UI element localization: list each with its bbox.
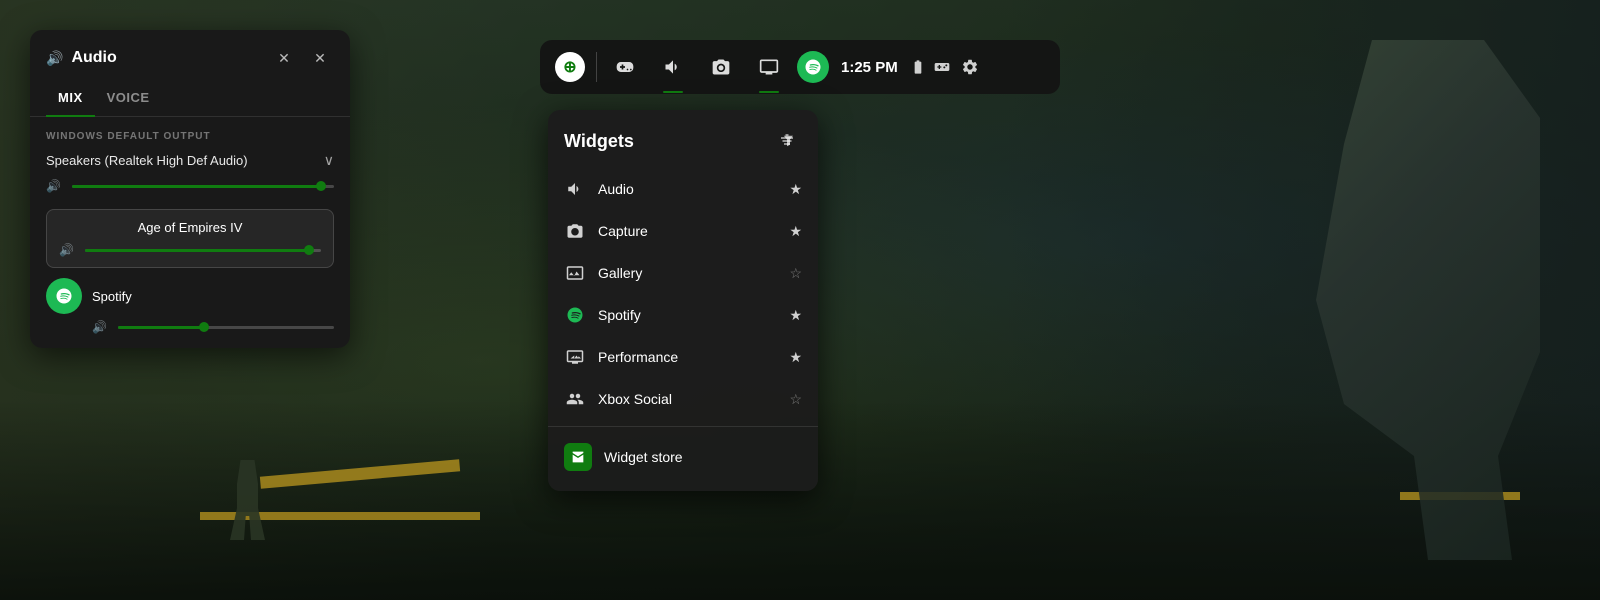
- widgets-filter-button[interactable]: [772, 126, 802, 156]
- widget-performance-star[interactable]: ★: [789, 349, 802, 366]
- audio-panel-header: 🔊 Audio ✕ ✕: [30, 30, 350, 82]
- audio-app-item-aoe: Age of Empires IV 🔊: [46, 209, 334, 268]
- audio-tab-voice[interactable]: VOICE: [95, 82, 162, 117]
- audio-device-name: Speakers (Realtek High Def Audio): [46, 153, 248, 168]
- widget-store-label: Widget store: [604, 449, 683, 465]
- nav-gamepad-button[interactable]: [605, 47, 645, 87]
- audio-header-icon: 🔊: [46, 50, 63, 67]
- widget-spotify-icon: [564, 304, 586, 326]
- gallery-icon: [566, 264, 584, 282]
- widget-store-item[interactable]: Widget store: [548, 433, 818, 481]
- audio-spotify-item: Spotify: [46, 278, 334, 314]
- widget-audio-icon: [564, 178, 586, 200]
- nav-status-icons: [910, 55, 982, 79]
- audio-tab-mix[interactable]: MIX: [46, 82, 95, 117]
- aoe-volume-icon: 🔊: [59, 243, 75, 257]
- widget-item-capture[interactable]: Capture ★: [548, 210, 818, 252]
- social-icon: [566, 390, 584, 408]
- audio-device-volume-row: 🔊: [46, 179, 334, 193]
- device-volume-slider[interactable]: [72, 185, 334, 188]
- store-icon: [570, 449, 586, 465]
- widget-item-xbox-social[interactable]: Xbox Social ☆: [548, 378, 818, 420]
- audio-panel-title: Audio: [71, 49, 262, 67]
- widget-spotify-star[interactable]: ★: [789, 307, 802, 324]
- display-icon: [759, 57, 779, 77]
- audio-panel: 🔊 Audio ✕ ✕ MIX VOICE WINDOWS DEFAULT OU…: [30, 30, 350, 348]
- aoe-volume-slider[interactable]: [85, 249, 321, 252]
- audio-pin-button[interactable]: ✕: [270, 44, 298, 72]
- audio-app-name-aoe: Age of Empires IV: [59, 220, 321, 235]
- widget-gallery-label: Gallery: [598, 265, 777, 281]
- widgets-panel: Widgets Audio ★ Capture ★: [548, 110, 818, 491]
- aoe-volume-row: 🔊: [59, 243, 321, 257]
- widget-item-performance[interactable]: Performance ★: [548, 336, 818, 378]
- capture-icon: [711, 57, 731, 77]
- nav-volume-button[interactable]: [653, 47, 693, 87]
- chevron-down-icon[interactable]: ∨: [324, 152, 334, 169]
- widget-gallery-icon: [564, 262, 586, 284]
- widgets-title: Widgets: [564, 131, 634, 152]
- widget-gallery-star[interactable]: ☆: [789, 265, 802, 282]
- nav-time: 1:25 PM: [841, 59, 898, 76]
- aoe-volume-thumb: [304, 245, 314, 255]
- audio-device-row: Speakers (Realtek High Def Audio) ∨: [46, 152, 334, 169]
- widgets-header: Widgets: [548, 120, 818, 168]
- widget-capture-label: Capture: [598, 223, 777, 239]
- widget-item-audio[interactable]: Audio ★: [548, 168, 818, 210]
- widget-item-spotify[interactable]: Spotify ★: [548, 294, 818, 336]
- widget-store-icon: [564, 443, 592, 471]
- audio-body: WINDOWS DEFAULT OUTPUT Speakers (Realtek…: [30, 117, 350, 348]
- spotify-volume-icon: 🔊: [92, 320, 108, 334]
- xbox-button[interactable]: ⊕: [552, 49, 588, 85]
- widget-item-gallery[interactable]: Gallery ☆: [548, 252, 818, 294]
- spotify-circle-icon: [46, 278, 82, 314]
- device-volume-fill: [72, 185, 321, 188]
- widget-social-star[interactable]: ☆: [789, 391, 802, 408]
- widget-social-label: Xbox Social: [598, 391, 777, 407]
- audio-icon: [566, 180, 584, 198]
- volume-icon: [663, 57, 683, 77]
- spotify-icon: [55, 287, 73, 305]
- spotify-volume-fill: [118, 326, 204, 329]
- spotify-volume-slider[interactable]: [118, 326, 334, 329]
- controller-icon: [934, 59, 950, 75]
- nav-spotify-button[interactable]: [797, 51, 829, 83]
- gamepad-icon: [615, 57, 635, 77]
- widgets-divider: [548, 426, 818, 427]
- widget-performance-icon: [564, 346, 586, 368]
- nav-settings-button[interactable]: [958, 55, 982, 79]
- performance-icon: [566, 348, 584, 366]
- widget-performance-label: Performance: [598, 349, 777, 365]
- filter-icon: [778, 132, 796, 150]
- settings-icon: [961, 58, 979, 76]
- top-nav-bar: ⊕ 1:25 PM: [540, 40, 1060, 94]
- audio-section-label: WINDOWS DEFAULT OUTPUT: [46, 131, 334, 142]
- device-volume-thumb: [316, 181, 326, 191]
- nav-capture-button[interactable]: [701, 47, 741, 87]
- spotify-nav-icon: [804, 58, 822, 76]
- aoe-volume-fill: [85, 249, 309, 252]
- nav-display-button[interactable]: [749, 47, 789, 87]
- widget-capture-icon: [564, 220, 586, 242]
- xbox-logo: ⊕: [555, 52, 585, 82]
- audio-tabs: MIX VOICE: [30, 82, 350, 117]
- audio-close-button[interactable]: ✕: [306, 44, 334, 72]
- spotify-volume-thumb: [199, 322, 209, 332]
- nav-separator-1: [596, 52, 597, 82]
- widget-social-icon: [564, 388, 586, 410]
- widget-spotify-label: Spotify: [598, 307, 777, 323]
- widget-audio-star[interactable]: ★: [789, 181, 802, 198]
- widget-capture-star[interactable]: ★: [789, 223, 802, 240]
- spotify-widget-icon: [566, 306, 584, 324]
- spotify-volume-row: 🔊: [46, 320, 334, 334]
- audio-spotify-name: Spotify: [92, 289, 132, 304]
- battery-icon: [910, 59, 926, 75]
- widget-audio-label: Audio: [598, 181, 777, 197]
- capture-widget-icon: [566, 222, 584, 240]
- volume-speaker-icon: 🔊: [46, 179, 62, 193]
